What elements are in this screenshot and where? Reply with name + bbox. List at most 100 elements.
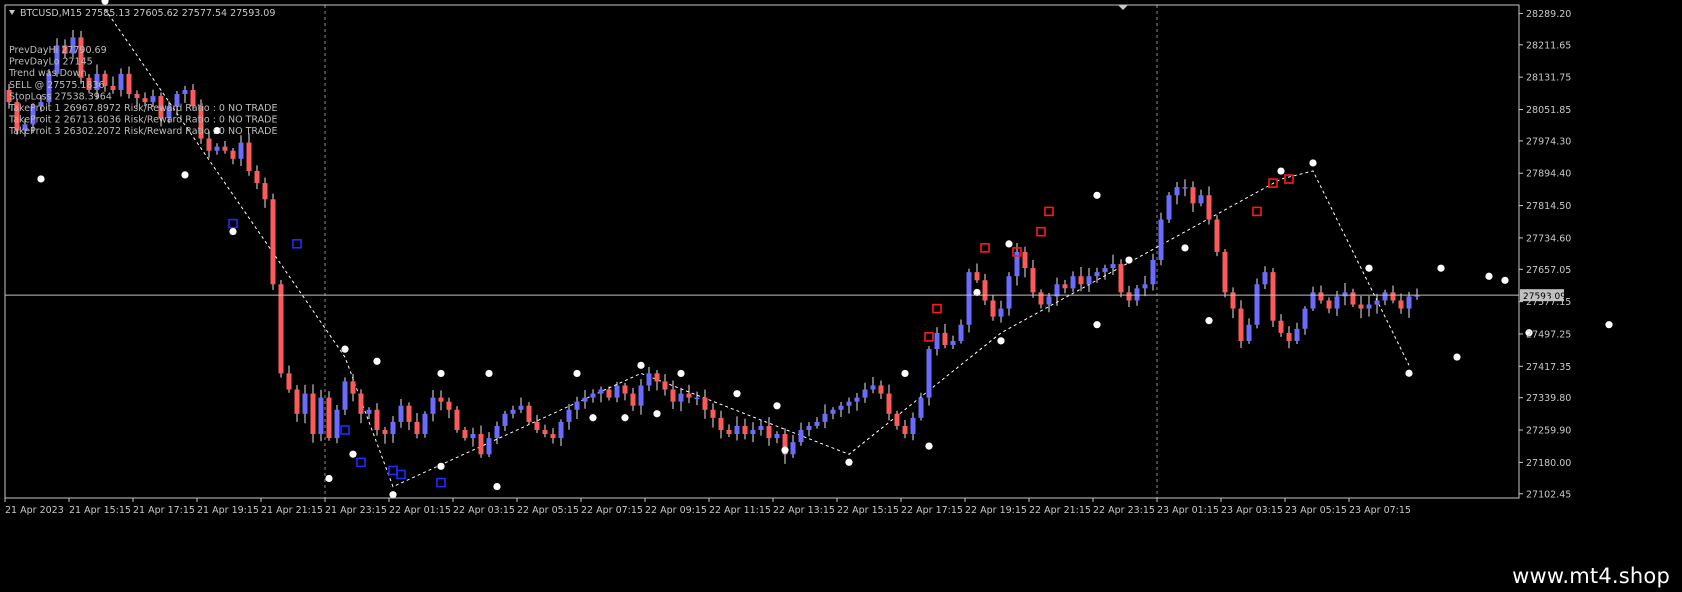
candle[interactable] — [822, 404, 828, 429]
price-chart[interactable]: 27593.09 28289.20 28211.65 28131.75 28051.8… — [0, 0, 1682, 560]
candle[interactable] — [910, 412, 916, 441]
candle[interactable] — [1190, 181, 1196, 213]
candle[interactable] — [294, 385, 300, 422]
candle[interactable] — [766, 417, 772, 446]
candle[interactable] — [990, 295, 996, 321]
candle[interactable] — [406, 402, 412, 431]
candle[interactable] — [230, 147, 236, 165]
candle[interactable] — [1294, 322, 1300, 345]
candle[interactable] — [1206, 186, 1212, 225]
candle[interactable] — [942, 323, 948, 349]
candle[interactable] — [286, 365, 292, 393]
candle[interactable] — [694, 391, 700, 406]
candle[interactable] — [262, 177, 268, 208]
candle[interactable] — [494, 421, 500, 445]
candle[interactable] — [862, 382, 868, 403]
candle[interactable] — [334, 404, 340, 444]
chart-shift-marker[interactable] — [1118, 5, 1128, 10]
candle[interactable] — [1142, 275, 1148, 297]
candle[interactable] — [926, 346, 932, 406]
candle[interactable] — [734, 416, 740, 441]
candle[interactable] — [1094, 267, 1100, 283]
candle[interactable] — [902, 419, 908, 439]
candle[interactable] — [726, 424, 732, 438]
candle[interactable] — [430, 390, 436, 422]
candle[interactable] — [958, 319, 964, 344]
candle[interactable] — [654, 370, 660, 391]
candle[interactable] — [686, 384, 692, 404]
candle[interactable] — [1262, 266, 1268, 289]
candle[interactable] — [302, 384, 308, 424]
candle[interactable] — [1166, 192, 1172, 223]
candle[interactable] — [422, 411, 428, 438]
candle[interactable] — [222, 140, 228, 154]
candle[interactable] — [446, 397, 452, 419]
candle[interactable] — [702, 389, 708, 419]
candle[interactable] — [934, 327, 940, 356]
candle[interactable] — [966, 268, 972, 333]
candle[interactable] — [318, 389, 324, 442]
candle[interactable] — [462, 426, 468, 441]
candle[interactable] — [918, 392, 924, 421]
candle[interactable] — [374, 403, 380, 436]
candle[interactable] — [118, 68, 124, 97]
candle[interactable] — [1342, 282, 1348, 306]
candle[interactable] — [1046, 293, 1052, 313]
candle[interactable] — [502, 410, 508, 431]
candle[interactable] — [798, 422, 804, 446]
candle[interactable] — [1414, 288, 1420, 300]
candle[interactable] — [534, 414, 540, 434]
candle[interactable] — [414, 412, 420, 439]
candle[interactable] — [1118, 259, 1124, 298]
candle[interactable] — [894, 410, 900, 430]
candle[interactable] — [790, 434, 796, 458]
candle[interactable] — [1350, 288, 1356, 307]
candle[interactable] — [1222, 249, 1228, 298]
candle[interactable] — [1022, 246, 1028, 278]
candle[interactable] — [878, 380, 884, 400]
candle[interactable] — [1062, 279, 1068, 294]
candle[interactable] — [1302, 306, 1308, 335]
candle[interactable] — [454, 406, 460, 433]
candle[interactable] — [854, 392, 860, 411]
candle[interactable] — [310, 384, 316, 443]
candle[interactable] — [510, 405, 516, 419]
candle[interactable] — [478, 425, 484, 458]
candle[interactable] — [1246, 318, 1252, 344]
candle[interactable] — [526, 402, 532, 425]
candle[interactable] — [750, 422, 756, 443]
candle[interactable] — [1182, 179, 1188, 197]
candle[interactable] — [1278, 314, 1284, 337]
candle[interactable] — [1158, 212, 1164, 266]
candle[interactable] — [1270, 267, 1276, 327]
candle[interactable] — [358, 389, 364, 424]
candle[interactable] — [870, 376, 876, 394]
candle[interactable] — [550, 428, 556, 444]
candle[interactable] — [662, 374, 668, 396]
candle[interactable] — [1150, 253, 1156, 291]
candle[interactable] — [998, 300, 1004, 323]
candle[interactable] — [254, 165, 260, 190]
candle[interactable] — [342, 377, 348, 416]
candle[interactable] — [718, 410, 724, 439]
candle[interactable] — [558, 419, 564, 447]
candle[interactable] — [1038, 289, 1044, 309]
candle[interactable] — [1174, 181, 1180, 205]
candle[interactable] — [1006, 272, 1012, 316]
candle[interactable] — [350, 374, 356, 402]
chart-canvas[interactable]: 27593.09 28289.20 28211.65 28131.75 28051.8… — [0, 0, 1682, 560]
candle[interactable] — [470, 427, 476, 447]
candle[interactable] — [238, 135, 244, 166]
candle[interactable] — [390, 416, 396, 443]
candle[interactable] — [1110, 254, 1116, 275]
candle[interactable] — [1390, 285, 1396, 304]
candle[interactable] — [982, 273, 988, 305]
candle[interactable] — [126, 66, 132, 99]
candle[interactable] — [1238, 300, 1244, 348]
candle[interactable] — [1318, 285, 1324, 304]
candle[interactable] — [1230, 287, 1236, 319]
candle[interactable] — [182, 85, 188, 103]
candle[interactable] — [1358, 295, 1364, 319]
candle[interactable] — [630, 387, 636, 411]
candle[interactable] — [1014, 243, 1020, 286]
